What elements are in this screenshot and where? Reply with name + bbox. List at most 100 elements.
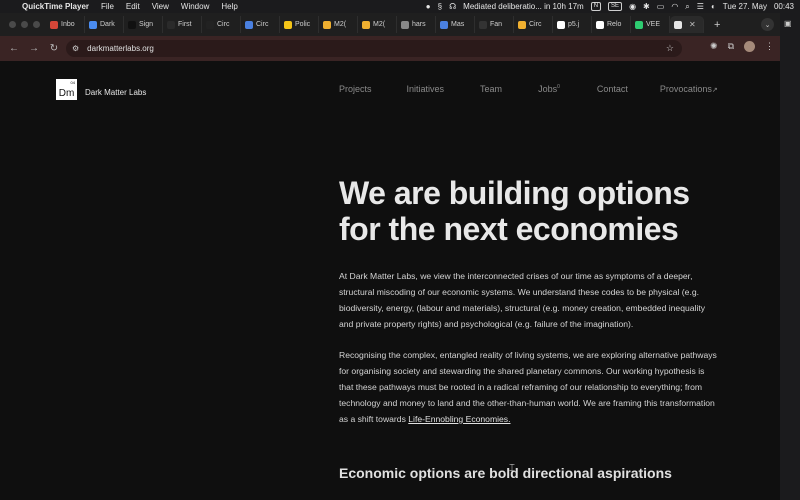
battery-icon[interactable]: ▭ bbox=[657, 2, 665, 11]
tab-label: Inbo bbox=[61, 21, 75, 28]
tab-label: Relo bbox=[607, 21, 622, 28]
tab-label: Dark bbox=[100, 21, 115, 28]
tab-favicon-icon bbox=[479, 20, 487, 29]
minimize-window-button[interactable] bbox=[21, 21, 28, 28]
tab-label: Sign bbox=[139, 21, 154, 28]
menu-window[interactable]: Window bbox=[181, 2, 209, 11]
browser-tab[interactable]: Sign bbox=[124, 16, 163, 33]
tab-favicon-icon bbox=[635, 20, 643, 29]
wifi-icon[interactable]: ◠ bbox=[671, 2, 678, 11]
menu-view[interactable]: View bbox=[152, 2, 169, 11]
menu-time[interactable]: 00:43 bbox=[774, 2, 794, 11]
browser-tab[interactable]: Polic bbox=[280, 16, 319, 33]
tab-search-chevron-icon[interactable]: ⌄ bbox=[761, 18, 774, 31]
toolbar-actions: ✺ ⧉ ⋮ bbox=[710, 41, 774, 52]
browser-tab[interactable]: Circ bbox=[202, 16, 241, 33]
tab-favicon-icon bbox=[518, 20, 526, 29]
tab-favicon-icon bbox=[596, 20, 604, 29]
tab-favicon-icon bbox=[245, 20, 253, 29]
browser-tab[interactable]: p5.j bbox=[553, 16, 592, 33]
nav-jobs[interactable]: Jobs0 bbox=[538, 84, 560, 94]
tab-favicon-icon bbox=[557, 20, 565, 29]
mouse-cursor-icon: ⌶ bbox=[509, 463, 515, 474]
tab-label: First bbox=[178, 21, 192, 28]
back-arrow-icon[interactable]: ← bbox=[4, 43, 24, 54]
browser-tab[interactable]: Circ bbox=[241, 16, 280, 33]
tab-favicon-icon bbox=[401, 20, 409, 29]
close-tab-icon[interactable]: ✕ bbox=[689, 20, 696, 29]
bluetooth-icon[interactable]: ✱ bbox=[643, 2, 650, 11]
script-icon[interactable]: § bbox=[438, 2, 442, 11]
extension-icon[interactable]: ✺ bbox=[710, 41, 718, 52]
notion-icon[interactable]: N bbox=[590, 2, 602, 11]
nav-team[interactable]: Team bbox=[480, 84, 502, 94]
tab-favicon-icon bbox=[284, 20, 292, 29]
nav-initiatives[interactable]: Initiatives bbox=[407, 84, 445, 94]
tab-favicon-icon bbox=[89, 20, 97, 29]
section-heading: Economic options are bold directional as… bbox=[339, 465, 672, 481]
status-area: ● § ☊ Mediated deliberatio... in 10h 17m… bbox=[426, 0, 794, 13]
profile-avatar[interactable] bbox=[744, 41, 755, 52]
tab-favicon-icon bbox=[362, 20, 370, 29]
tab-favicon-icon bbox=[167, 20, 175, 29]
tab-label: M2( bbox=[373, 21, 386, 28]
address-bar[interactable]: ⚙ darkmatterlabs.org ☆ bbox=[66, 40, 682, 57]
close-window-button[interactable] bbox=[9, 21, 16, 28]
site-logo[interactable]: 04 Dm bbox=[56, 79, 77, 100]
reload-icon[interactable]: ↻ bbox=[44, 43, 64, 54]
browser-toolbar: ← → ↻ ⚙ darkmatterlabs.org ☆ ✺ ⧉ ⋮ bbox=[0, 36, 780, 61]
browser-tab[interactable]: Inbo bbox=[46, 16, 85, 33]
nav-provocations[interactable]: Provocations↗ bbox=[660, 84, 718, 94]
new-tab-icon[interactable]: + bbox=[714, 19, 720, 31]
tab-label: Fan bbox=[490, 21, 503, 28]
browser-tab[interactable]: Fan bbox=[475, 16, 514, 33]
search-icon[interactable]: ⌕ bbox=[685, 2, 689, 12]
se-icon[interactable]: SE bbox=[608, 2, 623, 11]
side-panel-icon[interactable]: ▣ bbox=[784, 19, 792, 28]
browser-tab-strip: Inbo Dark Sign First Circ Circ Polic M2( M2( hars… bbox=[0, 13, 780, 36]
tab-favicon-icon bbox=[440, 20, 448, 29]
jobs-count-badge: 0 bbox=[557, 84, 560, 90]
brand-name[interactable]: Dark Matter Labs bbox=[85, 88, 146, 97]
siri-icon[interactable]: ◐ bbox=[711, 2, 716, 11]
nav-contact[interactable]: Contact bbox=[597, 84, 628, 94]
tab-label: Circ bbox=[529, 21, 542, 28]
browser-tab[interactable]: hars bbox=[397, 16, 436, 33]
nav-provocations-label: Provocations bbox=[659, 84, 712, 94]
menu-file[interactable]: File bbox=[101, 2, 114, 11]
tab-favicon-icon bbox=[128, 20, 136, 29]
menu-date[interactable]: Tue 27. May bbox=[723, 2, 767, 11]
tab-label: VEE bbox=[646, 21, 661, 28]
tab-label: Circ bbox=[217, 21, 230, 28]
extensions-puzzle-icon[interactable]: ⧉ bbox=[728, 41, 734, 52]
control-center-icon[interactable]: ☰ bbox=[697, 2, 704, 11]
browser-tab[interactable]: Mas bbox=[436, 16, 475, 33]
browser-tab[interactable]: Circ bbox=[514, 16, 553, 33]
browser-tab[interactable]: First bbox=[163, 16, 202, 33]
more-menu-icon[interactable]: ⋮ bbox=[765, 41, 774, 52]
browser-tab[interactable]: Dark bbox=[85, 16, 124, 33]
logo-superscript: 04 bbox=[70, 80, 75, 85]
active-browser-tab[interactable]: ✕ bbox=[670, 16, 704, 33]
headset-icon[interactable]: ☊ bbox=[449, 2, 456, 11]
browser-tab[interactable]: M2( bbox=[358, 16, 397, 33]
web-page: 04 Dm Dark Matter Labs Projects Initiati… bbox=[0, 61, 780, 500]
menu-app-name[interactable]: QuickTime Player bbox=[22, 2, 89, 11]
browser-tab[interactable]: Relo bbox=[592, 16, 631, 33]
nav-projects[interactable]: Projects bbox=[339, 84, 372, 94]
play-circle-icon[interactable]: ◉ bbox=[629, 2, 636, 11]
calendar-event-text[interactable]: Mediated deliberatio... in 10h 17m bbox=[463, 2, 584, 11]
bookmark-star-icon[interactable]: ☆ bbox=[666, 43, 674, 54]
url-text[interactable]: darkmatterlabs.org bbox=[87, 44, 154, 53]
window-controls bbox=[0, 21, 46, 28]
tab-label: Polic bbox=[295, 21, 311, 28]
forward-arrow-icon[interactable]: → bbox=[24, 43, 44, 54]
zoom-window-button[interactable] bbox=[33, 21, 40, 28]
menu-edit[interactable]: Edit bbox=[126, 2, 140, 11]
menu-help[interactable]: Help bbox=[221, 2, 237, 11]
site-info-icon[interactable]: ⚙ bbox=[72, 44, 79, 53]
record-icon[interactable]: ● bbox=[426, 2, 431, 11]
life-ennobling-economies-link[interactable]: Life-Ennobling Economies. bbox=[408, 414, 510, 424]
browser-tab[interactable]: M2( bbox=[319, 16, 358, 33]
browser-tab[interactable]: VEE bbox=[631, 16, 670, 33]
